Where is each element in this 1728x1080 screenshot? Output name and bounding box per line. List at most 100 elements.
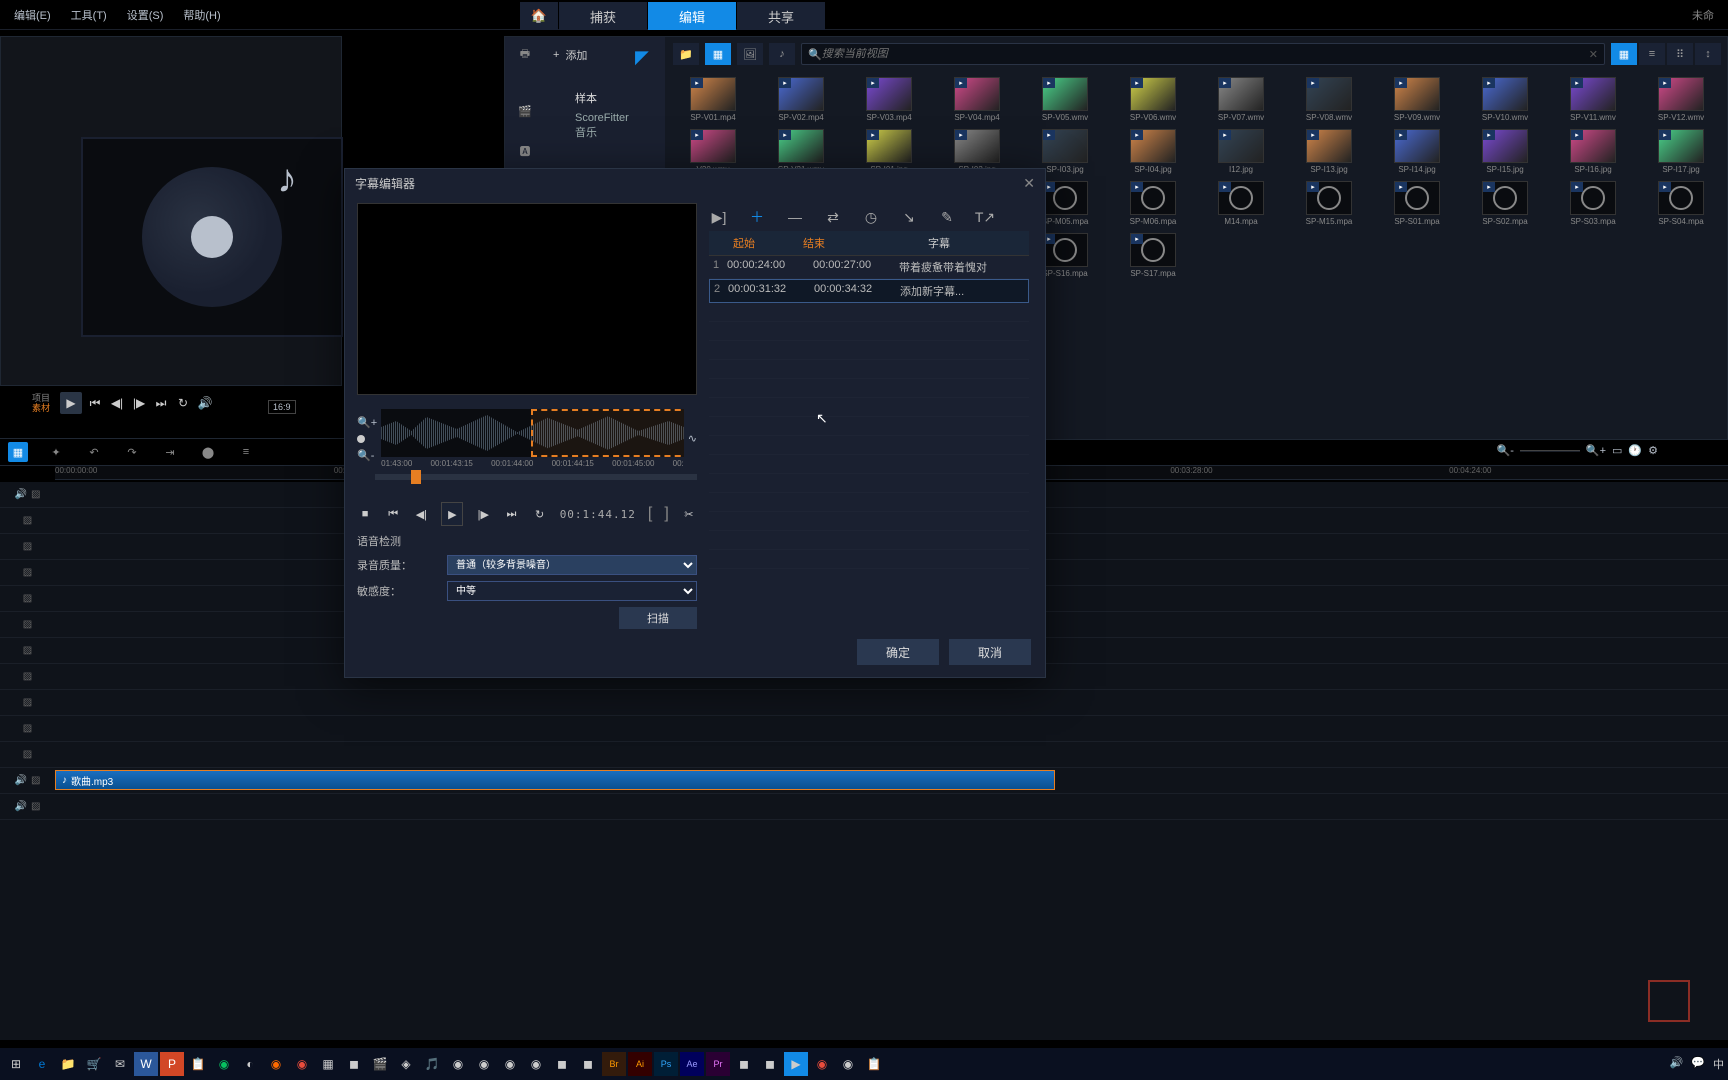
thumb-item[interactable]: ▸SP-I16.jpg <box>1551 129 1635 177</box>
col-sub[interactable]: 字幕 <box>849 231 1029 255</box>
thumb-item[interactable]: ▸SP-V09.wmv <box>1375 77 1459 125</box>
style-sub-icon[interactable]: T↗ <box>975 207 995 227</box>
import-icon[interactable]: 📁 <box>673 43 699 65</box>
wave-play-icon[interactable]: ▶ <box>441 502 463 526</box>
mark-out-icon[interactable]: ] <box>664 505 668 523</box>
edge-icon[interactable]: e <box>30 1052 54 1076</box>
subtitle-row-empty[interactable] <box>709 474 1029 493</box>
ripple-icon[interactable]: ⇥ <box>160 442 180 462</box>
wave-cut-icon[interactable]: ✂ <box>681 505 697 523</box>
pin-icon[interactable]: ◤ <box>635 47 649 68</box>
subtitle-row-empty[interactable] <box>709 322 1029 341</box>
app-icon[interactable]: ◉ <box>836 1052 860 1076</box>
thumb-item[interactable]: ▸SP-I15.jpg <box>1463 129 1547 177</box>
scan-button[interactable]: 扫描 <box>619 607 697 629</box>
subtitle-row-empty[interactable] <box>709 379 1029 398</box>
thumb-item[interactable]: ▸SP-S03.mpa <box>1551 181 1635 229</box>
menu-tools[interactable]: 工具(T) <box>61 3 117 27</box>
tab-share[interactable]: 共享 <box>737 2 825 30</box>
col-end[interactable]: 结束 <box>779 231 849 255</box>
ok-button[interactable]: 确定 <box>857 639 939 665</box>
subtitle-row-empty[interactable] <box>709 550 1029 569</box>
sens-select[interactable]: 中等 <box>447 581 697 601</box>
app-icon[interactable]: 📋 <box>862 1052 886 1076</box>
wave-loop-icon[interactable]: ↻ <box>532 505 548 523</box>
time-sub-icon[interactable]: ◷ <box>861 207 881 227</box>
thumb-item[interactable]: ▸SP-I04.jpg <box>1111 129 1195 177</box>
menu-edit[interactable]: 编辑(E) <box>4 3 61 27</box>
view-grid-icon[interactable]: ⠿ <box>1667 43 1693 65</box>
wave-zoom-out-icon[interactable]: 🔍- <box>357 449 377 462</box>
app-icon[interactable]: ◉ <box>498 1052 522 1076</box>
add-sub-icon[interactable]: ＋ <box>747 207 767 227</box>
clock-icon[interactable]: 🕐 <box>1628 444 1642 457</box>
app-icon[interactable]: ◉ <box>524 1052 548 1076</box>
track-row[interactable]: ▨ <box>0 716 1728 742</box>
app-icon[interactable]: 🎵 <box>420 1052 444 1076</box>
mixer-icon[interactable]: ≡ <box>236 442 256 462</box>
app-icon[interactable]: ◉ <box>264 1052 288 1076</box>
zoom-in-icon[interactable]: 🔍+ <box>1586 444 1606 457</box>
app-icon[interactable]: 📋 <box>186 1052 210 1076</box>
wave-zoom-in-icon[interactable]: 🔍+ <box>357 416 377 429</box>
goto-start-button[interactable]: ⏮ <box>86 394 104 412</box>
thumb-item[interactable]: ▸SP-V04.mp4 <box>935 77 1019 125</box>
search-input[interactable] <box>822 48 1589 60</box>
ime-indicator[interactable]: 中 <box>1713 1056 1724 1072</box>
record-icon[interactable]: ⬤ <box>198 442 218 462</box>
thumb-item[interactable]: ▸SP-V02.mp4 <box>759 77 843 125</box>
wave-scrollbar[interactable] <box>375 474 697 480</box>
play-button[interactable]: ▶ <box>60 392 82 414</box>
thumb-item[interactable]: ▸SP-V12.wmv <box>1639 77 1723 125</box>
thumb-item[interactable]: ▸SP-M15.mpa <box>1287 181 1371 229</box>
app-icon[interactable]: ◉ <box>810 1052 834 1076</box>
app-icon[interactable]: ◼ <box>758 1052 782 1076</box>
thumb-item[interactable]: ▸SP-V07.wmv <box>1199 77 1283 125</box>
start-icon[interactable]: ⊞ <box>4 1052 28 1076</box>
thumb-item[interactable]: ▸SP-S04.mpa <box>1639 181 1723 229</box>
app-icon[interactable]: ◉ <box>212 1052 236 1076</box>
settings-icon[interactable]: ⚙ <box>1648 444 1658 457</box>
view-thumb-icon[interactable]: ▦ <box>1611 43 1637 65</box>
thumb-item[interactable]: ▸SP-V03.mp4 <box>847 77 931 125</box>
play-sub-icon[interactable]: ▶] <box>709 207 729 227</box>
thumb-item[interactable]: ▸SP-S01.mpa <box>1375 181 1459 229</box>
app-icon[interactable]: ◼ <box>550 1052 574 1076</box>
tab-capture[interactable]: 捕获 <box>559 2 647 30</box>
menu-settings[interactable]: 设置(S) <box>117 3 174 27</box>
app-icon[interactable]: Pr <box>706 1052 730 1076</box>
thumb-item[interactable]: ▸SP-I14.jpg <box>1375 129 1459 177</box>
mark-in-icon[interactable]: [ <box>648 505 652 523</box>
app-icon[interactable]: 🎬 <box>368 1052 392 1076</box>
app-icon[interactable]: ◉ <box>446 1052 470 1076</box>
wave-start-icon[interactable]: ⏮ <box>385 505 401 523</box>
filter-folder-icon[interactable]: ▦ <box>705 43 731 65</box>
subtitle-row-empty[interactable] <box>709 512 1029 531</box>
waveform[interactable] <box>381 409 684 457</box>
subtitle-row[interactable]: 100:00:24:0000:00:27:00带着疲惫带着愧对 <box>709 256 1029 279</box>
filter-photo-icon[interactable]: 🖼 <box>737 43 763 65</box>
filter-audio-icon[interactable]: ♪ <box>769 43 795 65</box>
step-back-button[interactable]: ◀| <box>108 394 126 412</box>
close-icon[interactable]: ✕ <box>1023 175 1035 192</box>
storyboard-icon[interactable]: ▦ <box>8 442 28 462</box>
merge-sub-icon[interactable]: ⇄ <box>823 207 843 227</box>
wave-selection[interactable] <box>531 409 684 457</box>
tree-sample[interactable]: 样本 <box>549 87 655 109</box>
thumb-item[interactable]: ▸SP-V10.wmv <box>1463 77 1547 125</box>
shift-sub-icon[interactable]: ↘ <box>899 207 919 227</box>
thumb-item[interactable]: ▸M14.mpa <box>1199 181 1283 229</box>
app-icon[interactable]: Br <box>602 1052 626 1076</box>
fit-icon[interactable]: ▭ <box>1612 444 1622 457</box>
track-row[interactable]: ▨ <box>0 690 1728 716</box>
wave-trim-icon[interactable]: ∿ <box>688 432 697 445</box>
app-icon[interactable]: ▦ <box>316 1052 340 1076</box>
col-start[interactable]: 起始 <box>709 231 779 255</box>
thumb-item[interactable]: ▸SP-S17.mpa <box>1111 233 1195 281</box>
menu-help[interactable]: 帮助(H) <box>173 3 230 27</box>
app-icon[interactable]: Ae <box>680 1052 704 1076</box>
dialog-title-bar[interactable]: 字幕编辑器 ✕ <box>345 169 1045 197</box>
thumb-item[interactable]: ▸SP-V05.wmv <box>1023 77 1107 125</box>
app-icon[interactable]: ◼ <box>576 1052 600 1076</box>
track-row[interactable]: ▨ <box>0 742 1728 768</box>
